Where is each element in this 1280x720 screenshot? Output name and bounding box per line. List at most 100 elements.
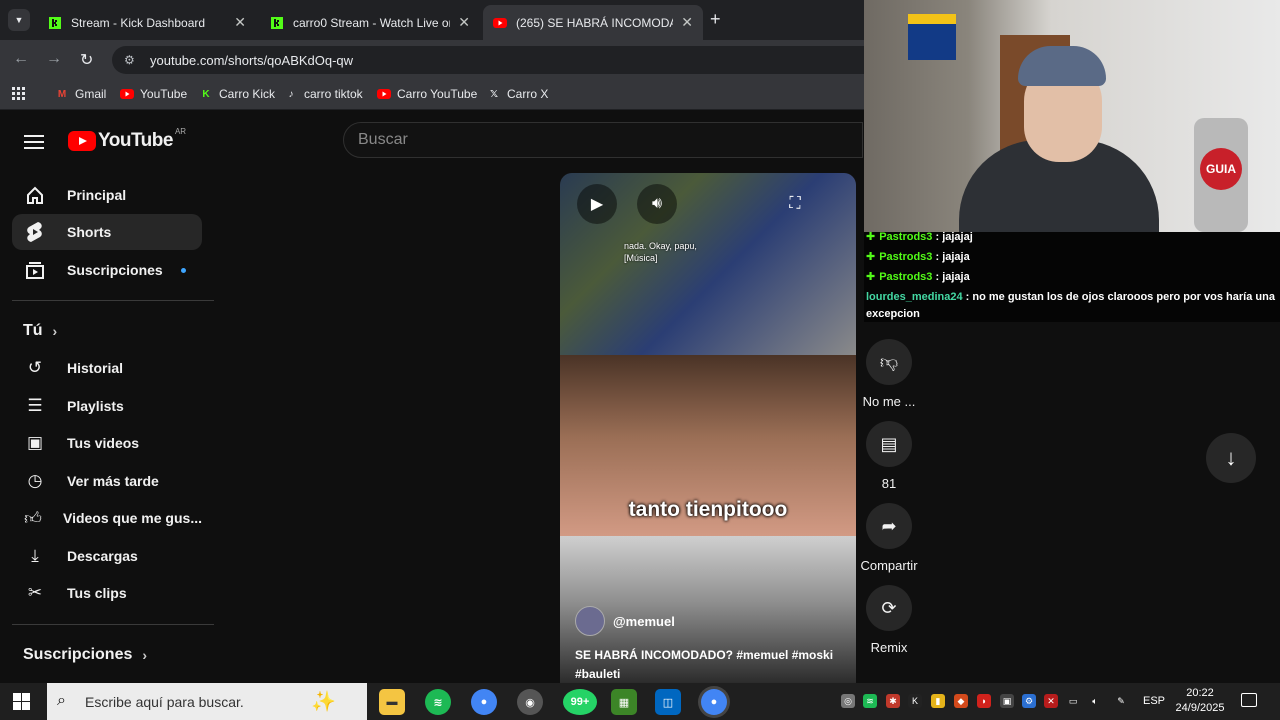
action-label: No me ... bbox=[862, 394, 916, 409]
chevron-right-icon: › bbox=[142, 647, 148, 663]
chat-text: jajaja bbox=[942, 271, 970, 283]
dislike-icon: 👎︎ bbox=[866, 339, 912, 385]
pen-icon[interactable]: ✎ bbox=[1114, 694, 1128, 708]
channel-info[interactable]: @memuel bbox=[575, 606, 675, 636]
taskbar-search-input[interactable]: ⌕ Escribe aquí para buscar. ✨ bbox=[47, 683, 367, 720]
tray-icon-8[interactable]: ⚙ bbox=[1022, 694, 1036, 708]
whatsapp-icon[interactable]: 99+ bbox=[563, 689, 597, 715]
bookmark-label: carro tiktok bbox=[304, 87, 363, 101]
share-button[interactable]: ➦ Compartir bbox=[860, 503, 918, 573]
notifications-icon[interactable] bbox=[1241, 693, 1257, 707]
guide-label: Suscripciones bbox=[67, 262, 163, 278]
tray-icon-6[interactable]: ◗ bbox=[977, 694, 991, 708]
network-icon[interactable]: ▭ bbox=[1066, 694, 1080, 708]
clock[interactable]: 20:22 24/9/2025 bbox=[1174, 686, 1226, 716]
tray-icon-4[interactable]: ▮ bbox=[931, 694, 945, 708]
language-indicator[interactable]: ESP bbox=[1143, 695, 1165, 707]
guide-item-historial[interactable]: ↺ Historial bbox=[12, 350, 202, 386]
menu-icon[interactable] bbox=[24, 131, 44, 153]
tab-search-button[interactable]: ▼ bbox=[8, 9, 30, 31]
next-video-button[interactable]: ↓ bbox=[1206, 433, 1256, 483]
close-icon[interactable]: ✕ bbox=[234, 14, 246, 31]
section-you[interactable]: Tú › bbox=[23, 322, 57, 340]
chrome-icon[interactable]: ● bbox=[471, 689, 497, 715]
tab-kick-dashboard[interactable]: Stream - Kick Dashboard ✕ bbox=[38, 5, 256, 40]
file-explorer-icon[interactable]: ▬ bbox=[379, 689, 405, 715]
windows-start-icon[interactable] bbox=[13, 693, 30, 710]
channel-name[interactable]: @memuel bbox=[613, 614, 675, 629]
tab-youtube-short[interactable]: (265) SE HABRÁ INCOMODADO? #memuel #mosk… bbox=[483, 5, 703, 40]
bookmark-carro-youtube[interactable]: Carro YouTube bbox=[377, 87, 477, 101]
chat-message: ✚ Pastrods3 : jajajaj bbox=[866, 231, 973, 243]
tray-icon-5[interactable]: ◆ bbox=[954, 694, 968, 708]
guide-label: Videos que me gus... bbox=[62, 510, 202, 526]
video-panel-middle: tanto tienpitooo bbox=[560, 355, 856, 536]
bookmark-carro-tiktok[interactable]: ♪ carro tiktok bbox=[284, 87, 363, 101]
tray-icon-9[interactable]: ✕ bbox=[1044, 694, 1058, 708]
short-player[interactable]: ▶ 🔊︎ ⛶ nada. Okay, papu, [Música] tanto … bbox=[560, 173, 856, 683]
remix-button[interactable]: ⟳ Remix bbox=[866, 585, 912, 655]
avatar[interactable] bbox=[575, 606, 605, 636]
guide-item-liked-videos[interactable]: 👍︎ Videos que me gus... bbox=[12, 500, 202, 536]
clips-icon: ✂ bbox=[27, 583, 43, 602]
guide-item-principal[interactable]: Principal bbox=[12, 177, 202, 213]
search-input[interactable]: Buscar bbox=[343, 122, 863, 158]
bookmark-youtube[interactable]: YouTube bbox=[120, 87, 187, 101]
bookmark-label: Gmail bbox=[75, 87, 107, 101]
close-icon[interactable]: ✕ bbox=[458, 14, 470, 31]
close-icon[interactable]: ✕ bbox=[681, 14, 693, 31]
notification-badge: 99+ bbox=[570, 696, 590, 708]
short-title[interactable]: SE HABRÁ INCOMODADO? #memuel #moski #bau… bbox=[575, 646, 845, 683]
store-icon[interactable]: ◫ bbox=[655, 689, 681, 715]
action-label: 81 bbox=[881, 476, 897, 491]
tab-kick-stream[interactable]: carro0 Stream - Watch Live on Kick ✕ bbox=[260, 5, 480, 40]
fullscreen-icon[interactable]: ⛶ bbox=[775, 184, 815, 224]
tray-icon-3[interactable]: K bbox=[908, 694, 922, 708]
play-icon[interactable]: ▶ bbox=[577, 184, 617, 224]
section-subscriptions[interactable]: Suscripciones › bbox=[23, 646, 147, 664]
guide-item-playlists[interactable]: ☰ Playlists bbox=[12, 388, 202, 424]
back-arrow-icon[interactable]: ← bbox=[13, 50, 29, 68]
tray-icon-7[interactable]: ▣ bbox=[1000, 694, 1014, 708]
address-bar[interactable]: ⚙ youtube.com/shorts/qoABKdOq-qw bbox=[112, 46, 864, 74]
new-tab-button[interactable]: + bbox=[710, 9, 721, 30]
guide-item-ver-mas-tarde[interactable]: ◷ Ver más tarde bbox=[12, 463, 202, 499]
site-info-icon[interactable]: ⚙ bbox=[124, 53, 140, 67]
guide-item-tus-videos[interactable]: ▣ Tus videos bbox=[12, 425, 202, 461]
youtube-logo[interactable]: YouTube AR bbox=[68, 127, 186, 152]
comments-button[interactable]: ▤ 81 bbox=[866, 421, 912, 491]
tray-icon-1[interactable]: ◎ bbox=[841, 694, 855, 708]
bookmark-carro-kick[interactable]: K Carro Kick bbox=[199, 87, 275, 101]
bookmark-carro-x[interactable]: 𝕏 Carro X bbox=[487, 87, 548, 101]
obs-icon[interactable]: ◉ bbox=[517, 689, 543, 715]
guide-item-tus-clips[interactable]: ✂ Tus clips bbox=[12, 575, 202, 611]
bookmark-label: Carro X bbox=[507, 87, 549, 101]
bookmark-gmail[interactable]: M Gmail bbox=[55, 87, 107, 101]
video-caption: tanto tienpitooo bbox=[628, 498, 788, 521]
youtube-page: YouTube AR Buscar Principal Shorts Suscr… bbox=[0, 110, 864, 683]
search-icon: ⌕ bbox=[57, 692, 66, 709]
bookmark-label: Carro YouTube bbox=[397, 87, 478, 101]
chrome-active-icon[interactable]: ● bbox=[701, 689, 727, 715]
guide-item-suscripciones[interactable]: Suscripciones bbox=[12, 252, 202, 288]
guide-label: Playlists bbox=[67, 398, 124, 414]
guide-item-shorts[interactable]: Shorts bbox=[12, 214, 202, 250]
dislike-button[interactable]: 👎︎ No me ... bbox=[863, 339, 915, 409]
taskbar: ⌕ Escribe aquí para buscar. ✨ ▬ ≋ ● ◉ 99… bbox=[0, 683, 1280, 720]
kick-icon bbox=[270, 16, 284, 30]
volume-icon[interactable]: 🔊︎ bbox=[637, 184, 677, 224]
apps-grid-icon[interactable] bbox=[12, 87, 26, 101]
tab-title: (265) SE HABRÁ INCOMODADO? #memuel #mosk… bbox=[516, 15, 673, 30]
thermos-picture: GUIA bbox=[1194, 118, 1248, 232]
guide-item-descargas[interactable]: ⤓ Descargas bbox=[12, 538, 202, 574]
minecraft-icon[interactable]: ▦ bbox=[611, 689, 637, 715]
spotify-tray-icon[interactable]: ≋ bbox=[863, 694, 877, 708]
webcam-overlay: GUIA bbox=[864, 0, 1280, 232]
spotify-icon[interactable]: ≋ bbox=[425, 689, 451, 715]
guide-label: Shorts bbox=[67, 224, 112, 240]
forward-arrow-icon[interactable]: → bbox=[46, 50, 62, 68]
reload-icon[interactable]: ↻ bbox=[80, 50, 93, 70]
downloads-icon: ⤓ bbox=[31, 546, 39, 565]
tray-icon-2[interactable]: ✱ bbox=[886, 694, 900, 708]
volume-icon[interactable]: 🔈︎ bbox=[1088, 694, 1102, 708]
